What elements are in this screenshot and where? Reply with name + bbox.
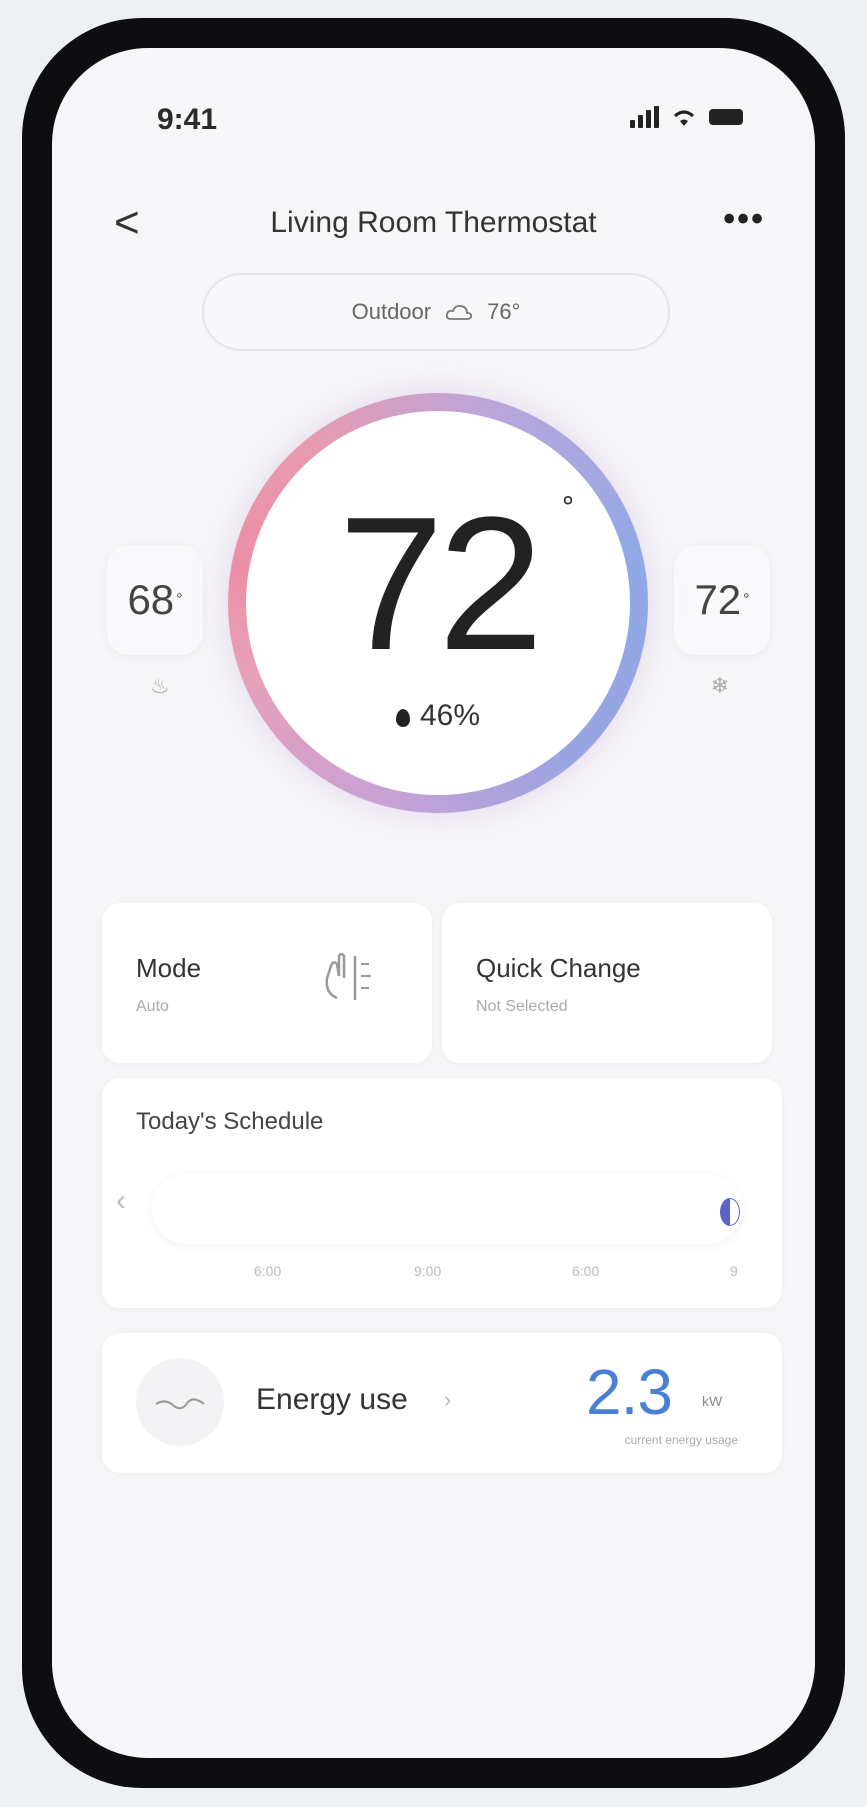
temperature-degree: ° — [562, 491, 574, 524]
battery-icon — [709, 109, 743, 125]
outdoor-temp: 76° — [487, 299, 521, 324]
chevron-right-icon: › — [444, 1387, 452, 1412]
mode-card[interactable]: Mode Auto — [102, 903, 432, 1063]
wifi-icon — [674, 110, 694, 126]
energy-unit: kW — [702, 1393, 723, 1409]
schedule-tick: 9 — [730, 1263, 738, 1279]
quick-change-value: Not Selected — [476, 998, 568, 1015]
outdoor-label: Outdoor — [351, 299, 432, 324]
mode-title: Mode — [136, 953, 202, 983]
more-options-button[interactable]: ••• — [723, 200, 765, 239]
energy-card[interactable]: Energy use › 2.3 kW current energy usage — [102, 1333, 782, 1473]
quick-change-card[interactable]: Quick Change Not Selected — [442, 903, 772, 1063]
schedule-title: Today's Schedule — [136, 1108, 324, 1135]
schedule-tick: 9:00 — [414, 1263, 442, 1279]
degree-mark: ° — [743, 591, 750, 608]
schedule-card: Today's Schedule ‹ 6:00 9:00 6:00 9 — [102, 1078, 782, 1308]
cloud-icon — [446, 304, 473, 320]
energy-value: 2.3 — [586, 1356, 673, 1428]
mode-icon — [325, 952, 371, 1000]
energy-chart-icon — [136, 1358, 224, 1446]
phone-frame: 9:41 < Living Room Thermostat ••• Outdoo… — [22, 18, 845, 1788]
mode-value: Auto — [136, 998, 169, 1015]
schedule-prev-button[interactable]: ‹ — [116, 1184, 126, 1218]
energy-caption: current energy usage — [624, 1433, 738, 1447]
humidity-value: 46% — [419, 699, 481, 732]
degree-mark: ° — [176, 591, 183, 608]
energy-label: Energy use — [256, 1383, 408, 1416]
screen: 9:41 < Living Room Thermostat ••• Outdoo… — [52, 48, 815, 1758]
moon-icon — [720, 1198, 740, 1226]
humidity-readout: 46% — [246, 699, 630, 733]
quick-change-title: Quick Change — [476, 953, 641, 983]
droplet-icon — [395, 709, 410, 727]
signal-icon — [630, 106, 659, 128]
schedule-tick: 6:00 — [254, 1263, 282, 1279]
outdoor-temp-pill[interactable]: Outdoor 76° — [202, 273, 670, 351]
status-time: 9:41 — [157, 103, 218, 136]
page-title: Living Room Thermostat — [270, 206, 597, 239]
schedule-timeline[interactable] — [152, 1174, 742, 1244]
heat-setpoint-value: 68 — [127, 576, 175, 623]
snowflake-icon: ❄ — [710, 673, 729, 698]
schedule-tick: 6:00 — [572, 1263, 600, 1279]
status-icons — [630, 106, 743, 128]
temperature-dial[interactable]: 72 ° 46% — [228, 393, 648, 813]
flame-icon: ♨ — [150, 673, 170, 698]
cool-setpoint-value: 72 — [694, 576, 742, 623]
cool-setpoint-button[interactable]: 72 ° — [674, 545, 770, 655]
dial-face: 72 ° 46% — [246, 411, 630, 795]
heat-setpoint-button[interactable]: 68 ° — [107, 545, 203, 655]
